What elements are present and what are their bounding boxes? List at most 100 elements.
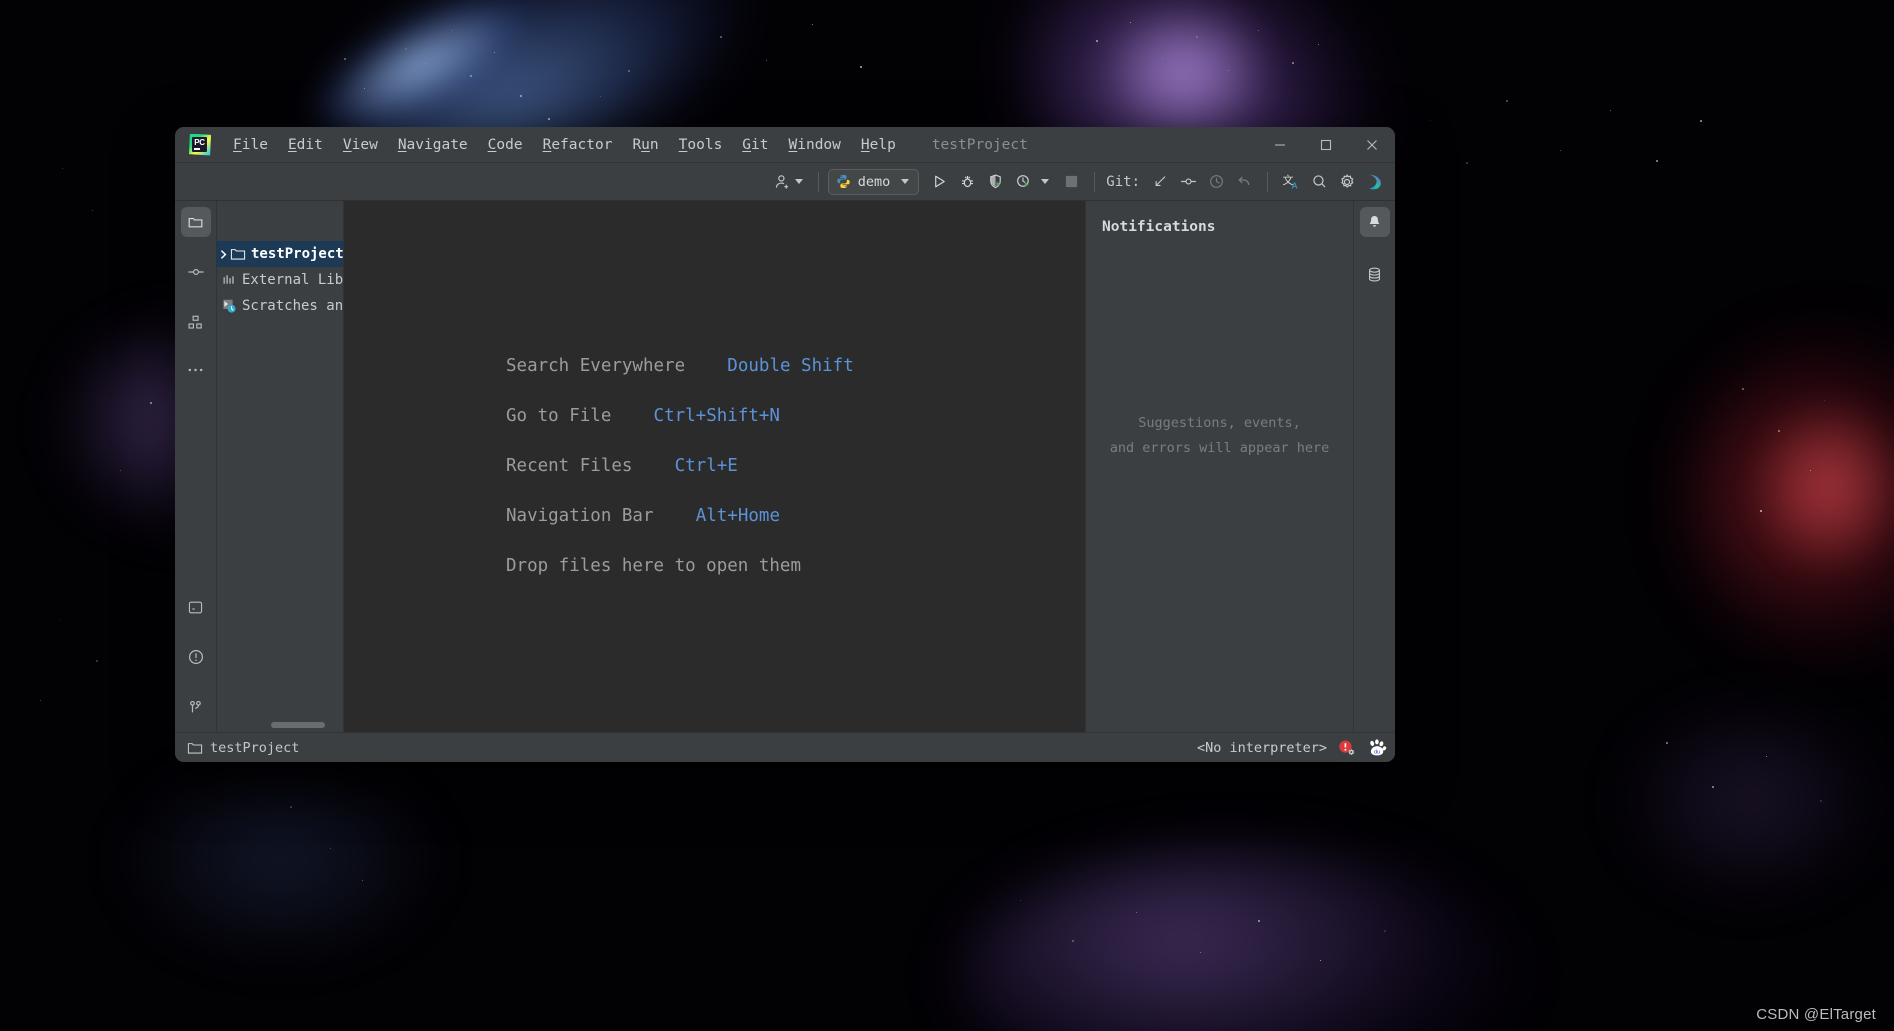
placeholder-row-search-everywhere: Search Everywhere Double Shift bbox=[506, 347, 1085, 386]
menubar: File Edit View Navigate Code Refactor Ru… bbox=[223, 133, 906, 157]
scratches-icon bbox=[219, 298, 239, 314]
status-bar-left: testProject bbox=[187, 740, 299, 756]
menu-item-help[interactable]: Help bbox=[851, 133, 906, 157]
sidebar-item-terminal[interactable] bbox=[181, 592, 211, 622]
sidebar-item-commit[interactable] bbox=[181, 257, 211, 287]
menu-item-tools[interactable]: Tools bbox=[669, 133, 733, 157]
menu-item-edit[interactable]: Edit bbox=[278, 133, 333, 157]
editor-placeholder: Search Everywhere Double Shift Go to Fil… bbox=[344, 347, 1085, 586]
main-toolbar: demo Git: 文 A bbox=[175, 163, 1395, 201]
menu-item-code[interactable]: Code bbox=[478, 133, 533, 157]
status-bar: testProject <No interpreter> du bbox=[175, 732, 1395, 762]
toolbar-separator-right bbox=[1267, 171, 1268, 192]
settings-gear-icon[interactable] bbox=[1333, 168, 1361, 196]
svg-text:A: A bbox=[1292, 180, 1298, 190]
folder-icon bbox=[228, 247, 248, 261]
tree-row-external-libraries[interactable]: External Libraries bbox=[217, 267, 343, 293]
menu-item-refactor[interactable]: Refactor bbox=[533, 133, 623, 157]
tree-row-testproject[interactable]: testProject bbox=[217, 241, 343, 267]
error-gear-icon[interactable] bbox=[1336, 739, 1358, 757]
toolbar-separator bbox=[817, 171, 819, 192]
placeholder-shortcut: Ctrl+E bbox=[674, 456, 738, 476]
folder-icon bbox=[187, 741, 203, 755]
watermark: CSDN @ElTarget bbox=[1756, 1006, 1876, 1023]
menu-item-run[interactable]: Run bbox=[622, 133, 668, 157]
translate-icon[interactable]: 文 A bbox=[1277, 168, 1305, 196]
placeholder-row-recent-files: Recent Files Ctrl+E bbox=[506, 447, 1085, 486]
run-configuration-name: demo bbox=[857, 173, 891, 190]
tree-row-scratches[interactable]: Scratches and Consoles bbox=[217, 293, 343, 319]
ide-body: testProject External Libraries bbox=[175, 201, 1395, 732]
placeholder-action: Navigation Bar bbox=[506, 506, 654, 526]
notifications-tool-window: Notifications Suggestions, events, and e… bbox=[1085, 201, 1353, 732]
code-with-me-icon[interactable] bbox=[769, 168, 809, 196]
placeholder-shortcut: Alt+Home bbox=[695, 506, 780, 526]
titlebar: PC File Edit View Navigate Code Refactor… bbox=[175, 127, 1395, 163]
maximize-icon[interactable] bbox=[1303, 127, 1349, 163]
coverage-icon[interactable] bbox=[981, 168, 1009, 196]
window-controls bbox=[1257, 127, 1395, 163]
pycharm-window: PC File Edit View Navigate Code Refactor… bbox=[175, 127, 1395, 762]
menu-item-git[interactable]: Git bbox=[732, 133, 778, 157]
notifications-empty-line1: Suggestions, events, bbox=[1138, 414, 1301, 431]
sidebar-item-structure[interactable] bbox=[181, 307, 211, 337]
tree-row-label: Scratches and Consoles bbox=[242, 298, 343, 314]
placeholder-row-navigation-bar: Navigation Bar Alt+Home bbox=[506, 497, 1085, 536]
menu-item-navigate[interactable]: Navigate bbox=[388, 133, 478, 157]
debug-icon[interactable] bbox=[953, 168, 981, 196]
ai-assistant-icon[interactable] bbox=[1361, 168, 1389, 196]
git-rollback-icon[interactable] bbox=[1230, 168, 1258, 196]
pycharm-logo-icon: PC bbox=[189, 133, 211, 156]
sidebar-item-notifications[interactable] bbox=[1359, 207, 1390, 237]
tree-row-label: testProject bbox=[251, 246, 343, 262]
menu-item-view[interactable]: View bbox=[333, 133, 388, 157]
stop-icon[interactable] bbox=[1057, 168, 1085, 196]
status-bar-project-name[interactable]: testProject bbox=[210, 740, 299, 756]
window-title: testProject bbox=[931, 136, 1028, 153]
menu-item-window[interactable]: Window bbox=[779, 133, 851, 157]
placeholder-row-drop-files: Drop files here to open them bbox=[506, 547, 1085, 586]
chevron-down-icon[interactable] bbox=[901, 179, 910, 184]
run-configuration-selector[interactable]: demo bbox=[827, 168, 920, 195]
close-icon[interactable] bbox=[1349, 127, 1395, 163]
git-commit-icon[interactable] bbox=[1174, 168, 1202, 196]
placeholder-shortcut: Double Shift bbox=[727, 356, 854, 376]
project-tool-window-header bbox=[217, 201, 343, 241]
placeholder-action: Go to File bbox=[506, 406, 612, 426]
menu-item-file[interactable]: File bbox=[223, 133, 278, 157]
left-tool-stripe bbox=[175, 201, 217, 732]
placeholder-action: Recent Files bbox=[506, 456, 633, 476]
git-update-icon[interactable] bbox=[1146, 168, 1174, 196]
toolbar-separator-git bbox=[1094, 171, 1096, 192]
more-run-options-chevron-down-icon[interactable] bbox=[1037, 168, 1053, 196]
sidebar-item-problems[interactable] bbox=[181, 642, 211, 672]
notifications-title: Notifications bbox=[1102, 219, 1216, 235]
notifications-empty-line2: and errors will appear here bbox=[1109, 439, 1330, 456]
interpreter-selector[interactable]: <No interpreter> bbox=[1197, 740, 1327, 756]
git-label: Git: bbox=[1106, 173, 1140, 190]
editor-empty-area[interactable]: Search Everywhere Double Shift Go to Fil… bbox=[343, 201, 1085, 732]
notifications-empty-state: Suggestions, events, and errors will app… bbox=[1086, 235, 1353, 732]
sidebar-item-project[interactable] bbox=[180, 207, 211, 237]
chevron-right-icon[interactable] bbox=[219, 249, 228, 260]
sidebar-item-database[interactable] bbox=[1360, 259, 1390, 289]
sidebar-item-more[interactable] bbox=[181, 355, 211, 385]
placeholder-row-go-to-file: Go to File Ctrl+Shift+N bbox=[506, 397, 1085, 436]
profiler-icon[interactable] bbox=[1009, 168, 1037, 196]
right-tool-stripe bbox=[1353, 201, 1395, 732]
git-history-icon[interactable] bbox=[1202, 168, 1230, 196]
project-horizontal-scrollbar[interactable] bbox=[271, 722, 325, 728]
minimize-icon[interactable] bbox=[1257, 127, 1303, 163]
placeholder-action: Drop files here to open them bbox=[506, 556, 802, 576]
placeholder-shortcut: Ctrl+Shift+N bbox=[653, 406, 780, 426]
status-bar-right: <No interpreter> du bbox=[1197, 738, 1387, 757]
baidu-paw-icon[interactable]: du bbox=[1367, 738, 1387, 757]
tree-row-label: External Libraries bbox=[242, 272, 343, 288]
run-icon[interactable] bbox=[925, 168, 953, 196]
svg-text:du: du bbox=[1374, 749, 1380, 755]
python-file-icon bbox=[836, 174, 851, 189]
placeholder-action: Search Everywhere bbox=[506, 356, 686, 376]
search-icon[interactable] bbox=[1305, 168, 1333, 196]
libraries-icon bbox=[219, 273, 239, 287]
sidebar-item-git[interactable] bbox=[181, 692, 211, 722]
